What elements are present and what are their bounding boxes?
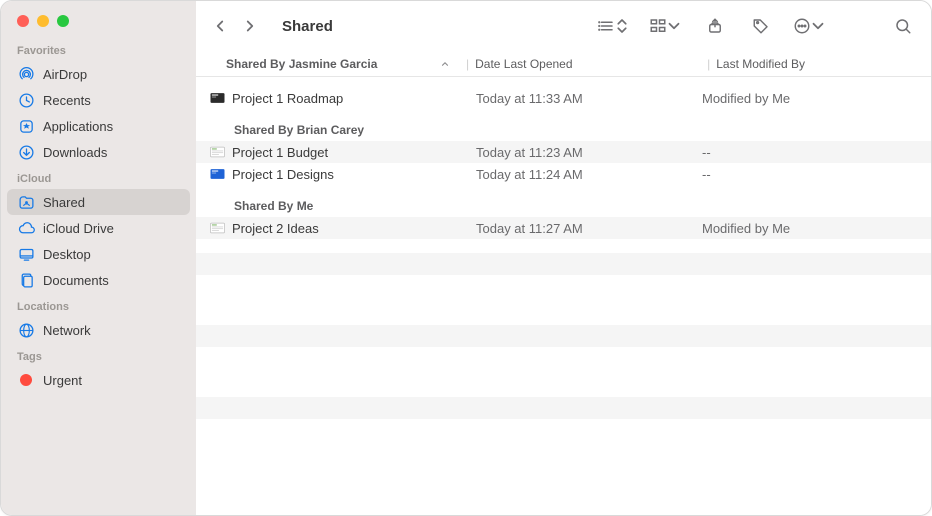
cloud-icon xyxy=(17,219,35,237)
download-icon xyxy=(17,143,35,161)
minimize-window-button[interactable] xyxy=(37,15,49,27)
placeholder-row xyxy=(196,253,931,275)
file-date: Today at 11:23 AM xyxy=(476,145,702,160)
sidebar-item-recents[interactable]: Recents xyxy=(7,87,190,113)
file-date: Today at 11:27 AM xyxy=(476,221,702,236)
sidebar-section-label: Tags xyxy=(1,351,196,367)
tag-red xyxy=(17,371,35,389)
share-button[interactable] xyxy=(701,12,729,40)
file-icon xyxy=(208,165,226,183)
group-label: Shared By Brian Carey xyxy=(196,115,931,141)
column-headers: Shared By Jasmine Garcia | Date Last Ope… xyxy=(196,51,931,77)
shared-icon xyxy=(17,193,35,211)
placeholder-row xyxy=(196,397,931,419)
search-button[interactable] xyxy=(889,12,917,40)
close-window-button[interactable] xyxy=(17,15,29,27)
sidebar-item-documents[interactable]: Documents xyxy=(7,267,190,293)
forward-button[interactable] xyxy=(236,12,264,40)
sidebar-item-desktop[interactable]: Desktop xyxy=(7,241,190,267)
airdrop-icon xyxy=(17,65,35,83)
file-row[interactable]: Project 2 IdeasToday at 11:27 AMModified… xyxy=(196,217,931,239)
file-date: Today at 11:24 AM xyxy=(476,167,702,182)
column-name-label: Shared By Jasmine Garcia xyxy=(226,57,377,71)
sidebar-item-label: Documents xyxy=(43,273,109,288)
group-by-button[interactable] xyxy=(649,12,683,40)
network-icon xyxy=(17,321,35,339)
file-list: Project 1 RoadmapToday at 11:33 AMModifi… xyxy=(196,77,931,515)
file-name: Project 1 Designs xyxy=(232,167,476,182)
placeholder-row xyxy=(196,289,931,311)
file-modified-by: Modified by Me xyxy=(702,221,931,236)
file-modified-by: -- xyxy=(702,145,931,160)
tags-button[interactable] xyxy=(747,12,775,40)
clock-icon xyxy=(17,91,35,109)
column-header-name[interactable]: Shared By Jasmine Garcia xyxy=(226,57,460,71)
file-modified-by: Modified by Me xyxy=(702,91,931,106)
placeholder-row xyxy=(196,361,931,383)
sidebar-item-urgent[interactable]: Urgent xyxy=(7,367,190,393)
sidebar-item-label: Desktop xyxy=(43,247,91,262)
sort-ascending-icon xyxy=(440,59,450,69)
main-pane: Shared xyxy=(196,1,931,515)
back-button[interactable] xyxy=(206,12,234,40)
file-icon xyxy=(208,143,226,161)
sidebar-item-label: Downloads xyxy=(43,145,107,160)
sidebar-item-airdrop[interactable]: AirDrop xyxy=(7,61,190,87)
zoom-window-button[interactable] xyxy=(57,15,69,27)
file-name: Project 2 Ideas xyxy=(232,221,476,236)
file-modified-by: -- xyxy=(702,167,931,182)
file-row[interactable]: Project 1 DesignsToday at 11:24 AM-- xyxy=(196,163,931,185)
window-controls xyxy=(1,1,196,45)
sidebar-item-label: Recents xyxy=(43,93,91,108)
file-name: Project 1 Roadmap xyxy=(232,91,476,106)
sidebar-item-label: Network xyxy=(43,323,91,338)
file-name: Project 1 Budget xyxy=(232,145,476,160)
column-header-modified[interactable]: Last Modified By xyxy=(716,57,931,71)
sidebar-item-label: Applications xyxy=(43,119,113,134)
file-icon xyxy=(208,219,226,237)
sidebar-item-label: Shared xyxy=(43,195,85,210)
apps-icon xyxy=(17,117,35,135)
sidebar-item-applications[interactable]: Applications xyxy=(7,113,190,139)
toolbar: Shared xyxy=(196,1,931,51)
sidebar-item-network[interactable]: Network xyxy=(7,317,190,343)
finder-window: Favorites AirDrop Recents Applications Downl… xyxy=(0,0,932,516)
file-row[interactable]: Project 1 RoadmapToday at 11:33 AMModifi… xyxy=(196,87,931,109)
sidebar-item-shared[interactable]: Shared xyxy=(7,189,190,215)
file-date: Today at 11:33 AM xyxy=(476,91,702,106)
sidebar-item-label: Urgent xyxy=(43,373,82,388)
sidebar-section-label: Favorites xyxy=(1,45,196,61)
sidebar-item-icloud-drive[interactable]: iCloud Drive xyxy=(7,215,190,241)
desktop-icon xyxy=(17,245,35,263)
file-row[interactable]: Project 1 BudgetToday at 11:23 AM-- xyxy=(196,141,931,163)
more-button[interactable] xyxy=(793,12,827,40)
sidebar-item-downloads[interactable]: Downloads xyxy=(7,139,190,165)
placeholder-row xyxy=(196,325,931,347)
window-title: Shared xyxy=(282,18,333,35)
group-label: Shared By Me xyxy=(196,191,931,217)
sidebar: Favorites AirDrop Recents Applications Downl… xyxy=(1,1,196,515)
view-mode-button[interactable] xyxy=(597,12,631,40)
sidebar-section-label: iCloud xyxy=(1,173,196,189)
documents-icon xyxy=(17,271,35,289)
sidebar-item-label: AirDrop xyxy=(43,67,87,82)
file-icon xyxy=(208,89,226,107)
sidebar-section-label: Locations xyxy=(1,301,196,317)
column-header-date[interactable]: Date Last Opened xyxy=(475,57,701,71)
sidebar-item-label: iCloud Drive xyxy=(43,221,114,236)
